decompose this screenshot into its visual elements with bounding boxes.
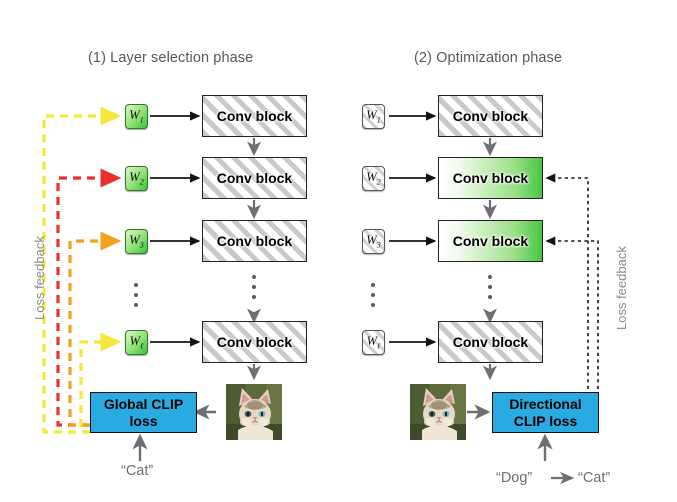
directional-clip-loss-box[interactable]: Directional CLIP loss xyxy=(492,392,599,433)
conv-block-label: Conv block xyxy=(452,334,529,350)
vertical-ellipsis-icon-left-blocks xyxy=(252,275,256,299)
feedback-path-red-w2 xyxy=(56,168,122,427)
weight-label-opt-w2: W2 xyxy=(366,169,381,187)
conv-block-label: Conv block xyxy=(216,233,293,249)
weight-box-w1[interactable]: W1 xyxy=(125,104,148,129)
loss-box-line1: Global CLIP xyxy=(103,395,184,412)
cat-photo-icon xyxy=(226,384,282,440)
panel-title-layer-selection: (1) Layer selection phase xyxy=(88,50,254,66)
weight-label-wl: Wℓ xyxy=(129,333,144,351)
prompt-text-target: “Cat” xyxy=(578,470,611,486)
feedback-path-dotted-block3 xyxy=(545,236,599,389)
diagram-canvas: (1) Layer selection phase W1 W2 W3 Wℓ Co… xyxy=(0,0,677,502)
prompt-text-left: “Cat” xyxy=(121,463,154,479)
loss-box-line2: loss xyxy=(129,412,158,429)
vertical-ellipsis-icon-right-blocks xyxy=(488,275,492,299)
cat-photo-left xyxy=(226,384,282,440)
weight-label-w3: W3 xyxy=(129,232,144,250)
left-weight-to-block-arrows xyxy=(150,111,201,347)
conv-block-right-3[interactable]: Conv block xyxy=(438,220,543,262)
panel-title-optimization: (2) Optimization phase xyxy=(414,50,563,66)
global-clip-loss-box[interactable]: Global CLIP loss xyxy=(90,392,197,433)
conv-block-left-1[interactable]: Conv block xyxy=(202,95,307,137)
cat-photo-right xyxy=(410,384,466,440)
conv-block-label: Conv block xyxy=(452,170,529,186)
weight-label-opt-wl: Wℓ xyxy=(366,333,381,351)
weight-label-opt-w1: W1 xyxy=(366,107,381,125)
weight-box-w3[interactable]: W3 xyxy=(125,229,148,254)
conv-block-right-1[interactable]: Conv block xyxy=(438,95,543,137)
weight-box-wl[interactable]: Wℓ xyxy=(125,330,148,355)
vertical-ellipsis-icon-left-weights xyxy=(134,283,138,307)
weight-box-opt-w1[interactable]: W1 xyxy=(362,104,385,129)
weight-box-opt-w2[interactable]: W2 xyxy=(362,166,385,191)
conv-block-label: Conv block xyxy=(452,233,529,249)
weight-label-w2: W2 xyxy=(129,169,144,187)
conv-block-label: Conv block xyxy=(216,170,293,186)
loss-feedback-caption-left: Loss feedback xyxy=(32,236,47,320)
weight-box-opt-wl[interactable]: Wℓ xyxy=(362,330,385,355)
weight-box-w2[interactable]: W2 xyxy=(125,166,148,191)
loss-box-line2: CLIP loss xyxy=(513,412,578,429)
conv-block-left-2[interactable]: Conv block xyxy=(202,157,307,199)
prompt-text-source: “Dog” xyxy=(496,470,533,486)
weight-label-w1: W1 xyxy=(129,107,144,125)
conv-block-left-4[interactable]: Conv block xyxy=(202,321,307,363)
weight-box-opt-w3[interactable]: W3 xyxy=(362,229,385,254)
vertical-ellipsis-icon-right-weights xyxy=(371,283,375,307)
feedback-path-dotted-block2 xyxy=(545,173,589,389)
loss-feedback-caption-right: Loss feedback xyxy=(614,246,629,330)
conv-block-left-3[interactable]: Conv block xyxy=(202,220,307,262)
conv-block-label: Conv block xyxy=(452,108,529,124)
conv-block-right-4[interactable]: Conv block xyxy=(438,321,543,363)
right-weight-to-block-arrows xyxy=(389,111,437,347)
conv-block-label: Conv block xyxy=(216,108,293,124)
conv-block-right-2[interactable]: Conv block xyxy=(438,157,543,199)
weight-label-opt-w3: W3 xyxy=(366,232,381,250)
loss-box-line1: Directional xyxy=(509,395,582,412)
cat-photo-icon xyxy=(410,384,466,440)
conv-block-label: Conv block xyxy=(216,334,293,350)
